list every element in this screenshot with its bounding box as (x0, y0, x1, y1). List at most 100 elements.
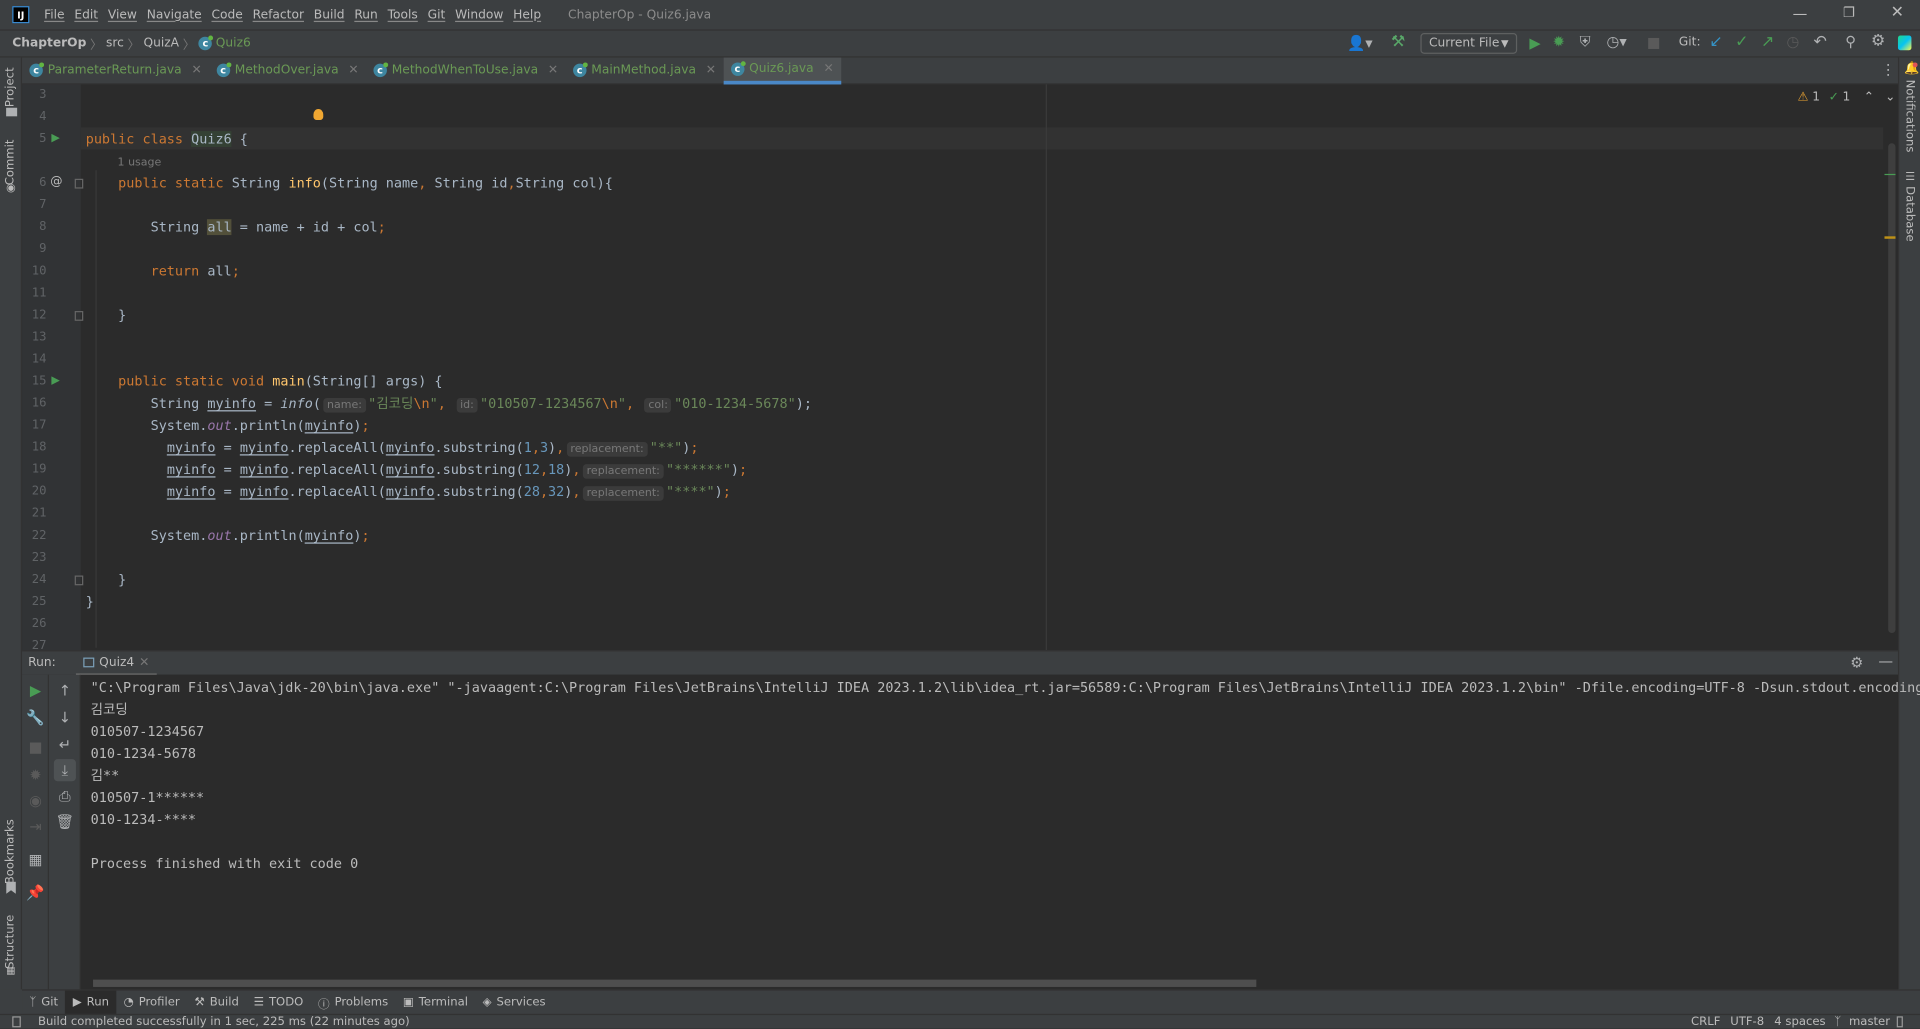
code-editor[interactable]: 3 4 5 ▶ 6 @7 8 9 10 11 12 13 14 15 ▶ 16 17 18 19 20 21 22 23 24… (22, 84, 1898, 651)
line-separator[interactable]: CRLF (1691, 1015, 1720, 1028)
next-highlight-icon[interactable]: ⌄ (1885, 91, 1895, 104)
git-branch[interactable]: master (1849, 1015, 1890, 1028)
search-icon[interactable]: ⚲ (1845, 33, 1856, 50)
close-button[interactable]: ✕ (1891, 4, 1904, 22)
debug-disabled-icon[interactable]: ✹ (24, 764, 46, 786)
status-message[interactable]: Build completed successfully in 1 sec, 2… (38, 1015, 410, 1028)
close-tab-icon[interactable]: ✕ (706, 64, 716, 77)
breadcrumb-class[interactable]: Quiz6 (216, 37, 251, 50)
tab-methodwhentouse-java[interactable]: c MethodWhenToUse.java ✕ (366, 57, 566, 84)
file-encoding[interactable]: UTF-8 (1730, 1015, 1764, 1028)
previous-highlight-icon[interactable]: ⌃ (1864, 91, 1874, 104)
usages-hint[interactable]: 1 usage (118, 157, 162, 169)
project-tool-button[interactable]: Project (4, 67, 17, 107)
override-at-icon[interactable]: @ (50, 175, 62, 188)
build-hammer-icon[interactable]: ⚒ (1391, 33, 1405, 51)
pin-icon[interactable]: 📌 (24, 882, 46, 904)
fold-marker-icon[interactable] (74, 311, 84, 321)
tab-parameterreturn-java[interactable]: c ParameterReturn.java ✕ (22, 57, 209, 84)
rerun-icon[interactable]: ▶ (24, 680, 46, 702)
bookmarks-tool-button[interactable]: Bookmarks (4, 819, 17, 884)
tool-profiler[interactable]: ◔ Profiler (116, 990, 187, 1014)
notifications-tool-button[interactable]: Notifications (1903, 80, 1916, 153)
menu-view[interactable]: View (108, 8, 137, 21)
menu-git[interactable]: Git (428, 8, 446, 21)
tab-mainmethod-java[interactable]: c MainMethod.java ✕ (566, 57, 724, 84)
close-tab-icon[interactable]: ✕ (548, 64, 558, 77)
menu-help[interactable]: Help (513, 8, 541, 21)
run-gutter-icon[interactable]: ▶ (51, 375, 59, 387)
coverage-icon[interactable]: ⛨ (1580, 33, 1591, 51)
tool-terminal[interactable]: ▣ Terminal (396, 990, 476, 1014)
git-commit-icon[interactable]: ✓ (1735, 33, 1748, 51)
tool-run[interactable]: ▶ Run (65, 990, 117, 1015)
trash-icon[interactable]: 🗑 (54, 811, 76, 833)
stop-icon[interactable] (1648, 37, 1660, 49)
run-config-dropdown[interactable]: Current File ▼ (1420, 33, 1518, 54)
lock-icon[interactable] (1896, 1016, 1903, 1028)
settings-gear-icon[interactable]: ⚙ (1850, 654, 1863, 671)
run-icon[interactable]: ▶ (1529, 34, 1540, 51)
login-icon[interactable]: ⇥ (24, 816, 46, 838)
minimize-button[interactable]: — (1793, 5, 1808, 22)
menu-build[interactable]: Build (314, 8, 345, 21)
close-tab-icon[interactable]: ✕ (139, 656, 149, 669)
breadcrumb-src[interactable]: src (106, 37, 124, 50)
run-gutter-icon[interactable]: ▶ (51, 132, 59, 144)
menu-tools[interactable]: Tools (388, 8, 418, 21)
app-logo[interactable]: IJ (12, 6, 30, 24)
tab-quiz6-java[interactable]: c Quiz6.java ✕ (723, 56, 842, 84)
stop-icon[interactable]: ■ (24, 736, 46, 758)
breadcrumb-project[interactable]: ChapterOp (12, 37, 86, 50)
layout-icon[interactable]: ▦ (24, 849, 46, 871)
arrow-down-icon[interactable]: ↓ (54, 707, 76, 729)
git-update-icon[interactable]: ↙ (1709, 33, 1722, 51)
history-icon[interactable]: ◷ (1787, 33, 1800, 50)
menu-file[interactable]: File (44, 8, 64, 21)
database-tool-button[interactable]: Database (1903, 186, 1916, 242)
fold-marker-icon[interactable] (74, 178, 84, 189)
tool-services[interactable]: ◈ Services (475, 990, 553, 1014)
user-icon[interactable]: 👤▾ (1347, 34, 1373, 51)
lightbulb-icon[interactable] (313, 108, 324, 121)
profile-icon[interactable]: ◷▾ (1607, 33, 1627, 50)
vertical-scrollbar[interactable] (1888, 143, 1896, 634)
fold-marker-icon[interactable] (74, 575, 84, 586)
hide-panel-icon[interactable]: — (1878, 653, 1893, 670)
menu-edit[interactable]: Edit (74, 8, 98, 21)
inspection-widget[interactable]: ⚠ 1 ✓ 1 ⌃ ⌄ (1798, 91, 1896, 104)
run-tab-quiz4[interactable]: Quiz4 ✕ (75, 651, 157, 676)
breadcrumb-package[interactable]: QuizA (143, 37, 179, 50)
horizontal-scrollbar[interactable] (93, 979, 1257, 987)
menu-run[interactable]: Run (354, 8, 377, 21)
structure-tool-button[interactable]: Structure (4, 915, 17, 969)
rollback-icon[interactable]: ↶ (1813, 33, 1826, 51)
close-tab-icon[interactable]: ✕ (823, 62, 833, 75)
scroll-to-end-icon[interactable]: ⤓ (53, 759, 76, 782)
tabs-more-icon[interactable]: ⋮ (1881, 61, 1896, 78)
print-icon[interactable]: ⎙ (54, 785, 76, 807)
git-push-icon[interactable]: ↗ (1761, 33, 1774, 51)
soft-wrap-icon[interactable]: ↵ (54, 733, 76, 755)
menu-code[interactable]: Code (211, 8, 242, 21)
tool-todo[interactable]: ☰ TODO (246, 990, 310, 1014)
status-panel-icon[interactable] (12, 1016, 21, 1028)
close-tab-icon[interactable]: ✕ (348, 64, 358, 77)
menu-window[interactable]: Window (455, 8, 503, 21)
close-tab-icon[interactable]: ✕ (191, 64, 201, 77)
gear-icon[interactable]: ⚙ (1871, 32, 1885, 50)
debug-icon[interactable]: ✹ (1553, 33, 1565, 50)
wrench-icon[interactable]: 🔧 (24, 707, 46, 729)
console-output[interactable]: "C:\Program Files\Java\jdk-20\bin\java.e… (80, 674, 1920, 990)
tool-problems[interactable]: ⓘ Problems (311, 990, 396, 1014)
tool-build[interactable]: ⚒ Build (187, 990, 246, 1014)
tab-methodover-java[interactable]: c MethodOver.java ✕ (209, 57, 366, 84)
arrow-up-icon[interactable]: ↑ (54, 680, 76, 702)
menu-navigate[interactable]: Navigate (147, 8, 202, 21)
tool-git[interactable]: ᛉ Git (22, 990, 65, 1014)
indent-setting[interactable]: 4 spaces (1774, 1015, 1825, 1028)
commit-tool-button[interactable]: Commit (4, 140, 17, 186)
toolbox-logo-icon[interactable] (1897, 35, 1912, 51)
camera-icon[interactable]: ◉ (24, 790, 46, 812)
menu-refactor[interactable]: Refactor (253, 8, 304, 21)
